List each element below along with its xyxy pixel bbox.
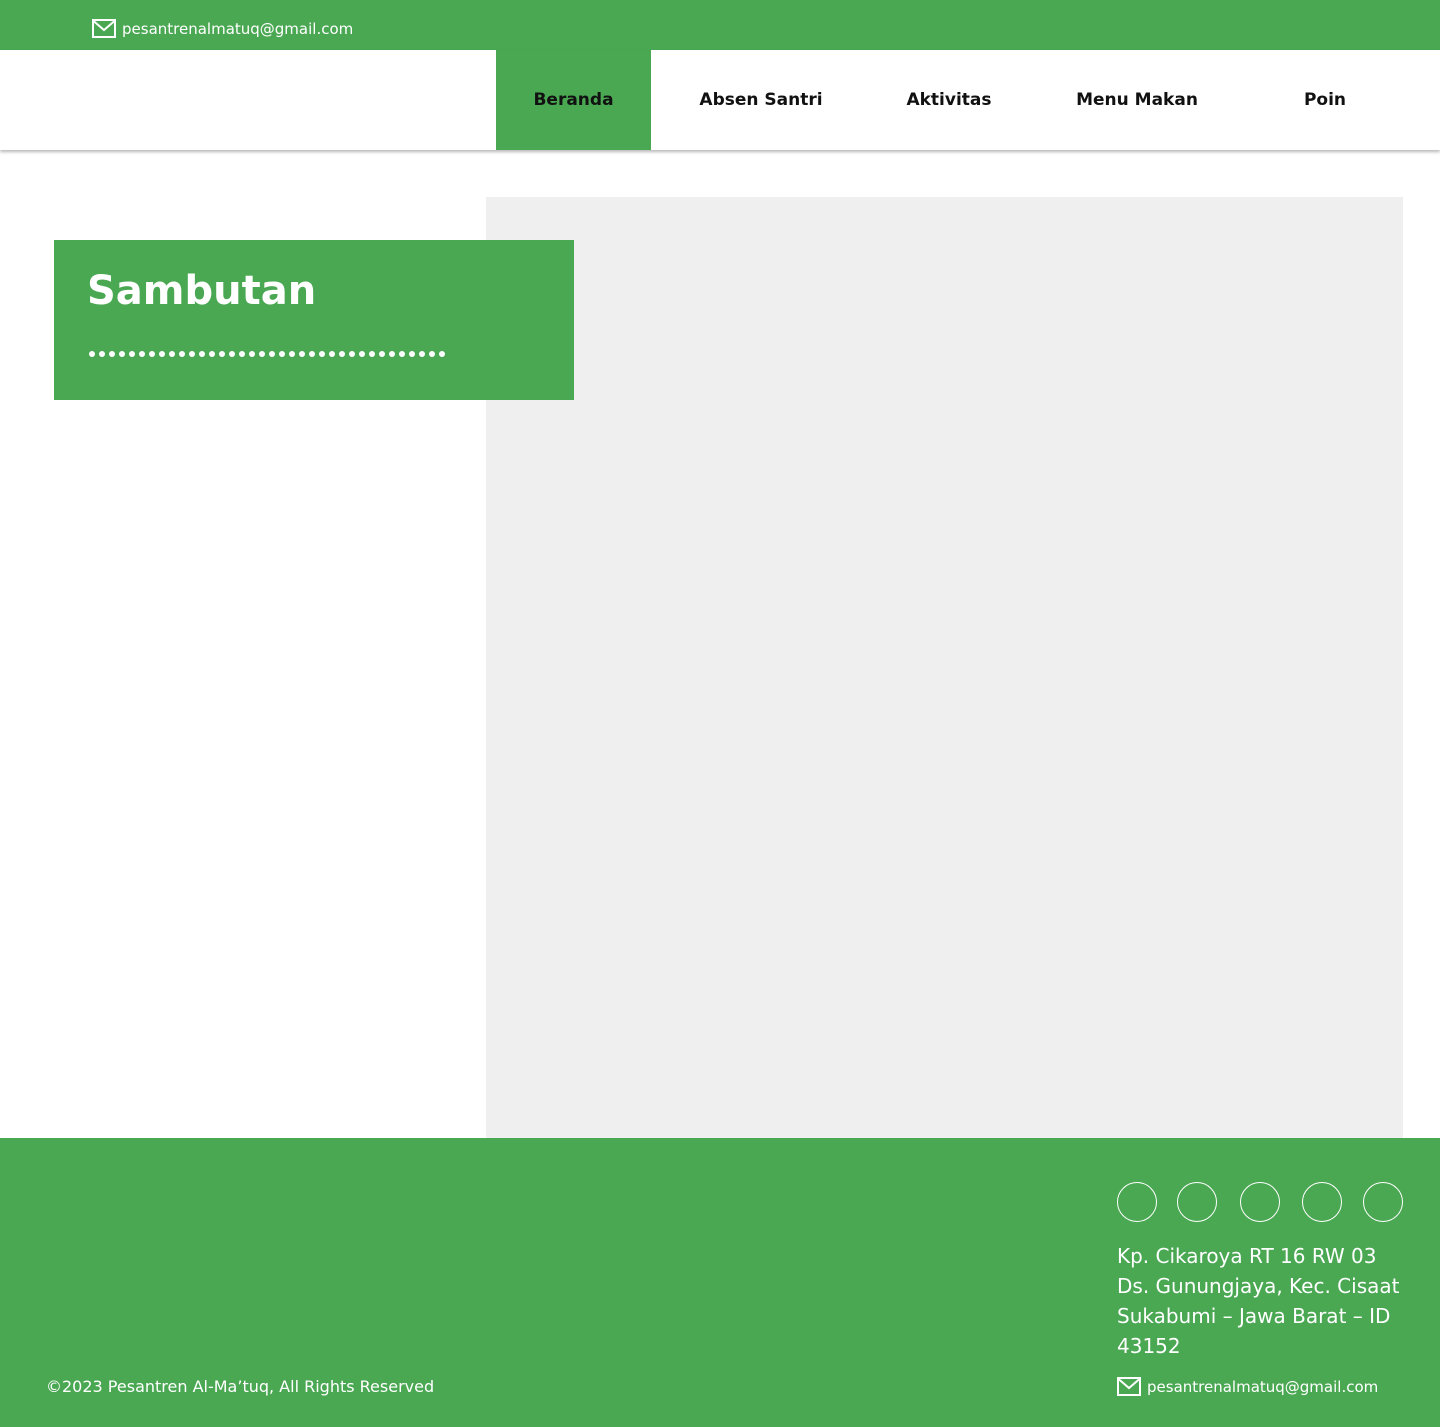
divider-dot [369,351,375,357]
top-email-link[interactable]: pesantrenalmatuq@gmail.com [92,19,353,38]
address-line: 43152 [1117,1334,1181,1358]
divider-dot [429,351,435,357]
divider-dot [329,351,335,357]
divider-dot [359,351,365,357]
address-line: Ds. Gunungjaya, Kec. Cisaat [1117,1274,1400,1298]
social-icon-1[interactable] [1117,1182,1157,1222]
top-contact-bar: pesantrenalmatuq@gmail.com [0,0,1440,50]
social-icon-5[interactable] [1363,1182,1403,1222]
divider-dot [159,351,165,357]
divider-dot [419,351,425,357]
divider-dot [169,351,175,357]
divider-dot [99,351,105,357]
copyright-text: ©2023 Pesantren Al-Ma’tuq, All Rights Re… [46,1377,435,1396]
divider-dot [319,351,325,357]
divider-dot [439,351,445,357]
sambutan-card: Sambutan [54,240,574,400]
address-line: Sukabumi – Jawa Barat – ID [1117,1304,1391,1328]
hero-image-placeholder [486,197,1403,1138]
footer-email-link[interactable]: pesantrenalmatuq@gmail.com [1117,1377,1378,1396]
divider-dot [119,351,125,357]
divider-dot [269,351,275,357]
nav-item-absen-santri[interactable]: Absen Santri [671,50,851,150]
social-links [1117,1182,1403,1222]
divider-dot [379,351,385,357]
social-icon-2[interactable] [1177,1182,1217,1222]
social-icon-4[interactable] [1302,1182,1342,1222]
divider-dot [259,351,265,357]
divider-dot [399,351,405,357]
sambutan-title: Sambutan [87,268,317,314]
divider-dot [289,351,295,357]
divider-dot [139,351,145,357]
divider-dot [209,351,215,357]
divider-dot [219,351,225,357]
nav-item-poin[interactable]: Poin [1265,50,1385,150]
nav-item-menu-makan[interactable]: Menu Makan [1057,50,1217,150]
divider-dot [299,351,305,357]
divider-dot [309,351,315,357]
divider-dot [389,351,395,357]
divider-dot [179,351,185,357]
divider-dot [349,351,355,357]
footer: Kp. Cikaroya RT 16 RW 03 Ds. Gunungjaya,… [0,1138,1440,1427]
divider-dot [409,351,415,357]
dotted-divider [89,351,445,357]
footer-email-text: pesantrenalmatuq@gmail.com [1147,1377,1379,1396]
divider-dot [189,351,195,357]
divider-dot [109,351,115,357]
divider-dot [129,351,135,357]
nav-item-beranda[interactable]: Beranda [496,50,651,150]
divider-dot [339,351,345,357]
divider-dot [249,351,255,357]
top-email-text: pesantrenalmatuq@gmail.com [122,19,354,38]
divider-dot [89,351,95,357]
address-line: Kp. Cikaroya RT 16 RW 03 [1117,1244,1377,1268]
footer-address: Kp. Cikaroya RT 16 RW 03 Ds. Gunungjaya,… [1117,1241,1427,1361]
divider-dot [199,351,205,357]
nav-item-aktivitas[interactable]: Aktivitas [874,50,1024,150]
mail-icon [1117,1377,1141,1396]
social-icon-3[interactable] [1240,1182,1280,1222]
mail-icon [92,19,116,38]
main-navigation: Beranda Absen Santri Aktivitas Menu Maka… [0,50,1440,150]
divider-dot [279,351,285,357]
divider-dot [149,351,155,357]
divider-dot [229,351,235,357]
divider-dot [239,351,245,357]
